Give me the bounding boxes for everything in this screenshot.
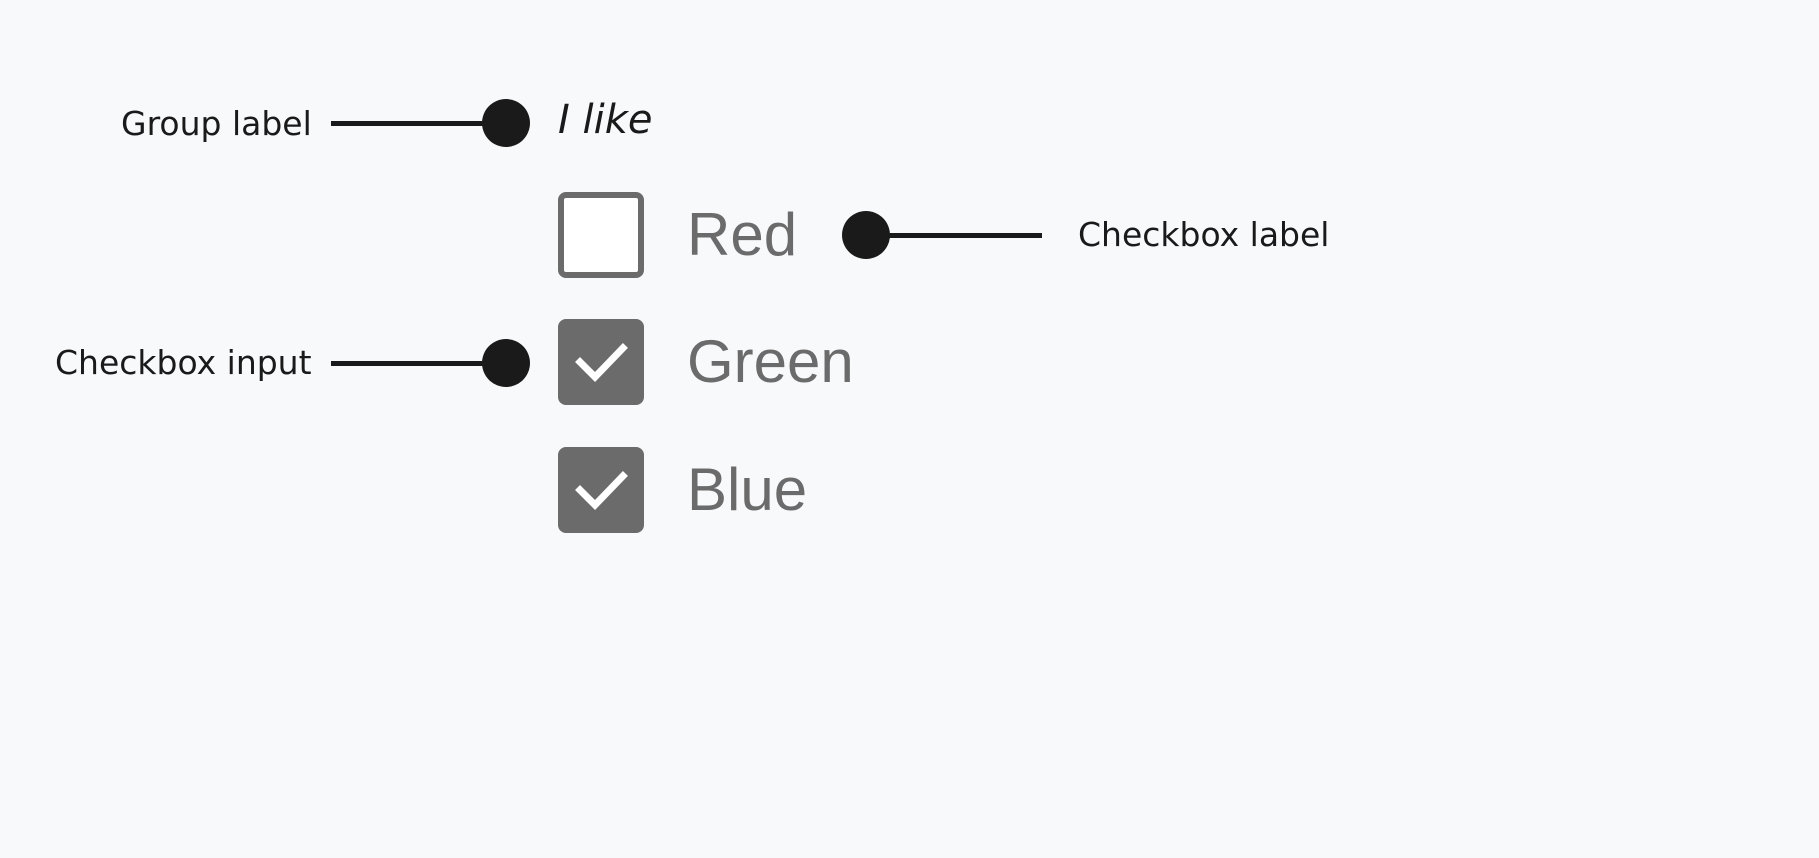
- checkmark-icon: [575, 471, 628, 510]
- checkbox-row-red: Red: [558, 192, 797, 278]
- checkbox-row-blue: Blue: [558, 447, 807, 533]
- connector-line-checkbox-label: [866, 233, 1042, 238]
- connector-line-group-label: [331, 121, 506, 126]
- group-label: I like: [558, 97, 653, 143]
- checkbox-input-red[interactable]: [558, 192, 644, 278]
- annotation-group-label: Group label: [121, 104, 312, 143]
- dot-icon: [482, 99, 530, 147]
- checkbox-input-green[interactable]: [558, 319, 644, 405]
- connector-line-checkbox-input: [331, 361, 506, 366]
- annotation-checkbox-label: Checkbox label: [1078, 215, 1330, 254]
- dot-icon: [482, 339, 530, 387]
- checkbox-label-blue[interactable]: Blue: [687, 460, 807, 520]
- checkbox-row-green: Green: [558, 319, 854, 405]
- checkbox-input-blue[interactable]: [558, 447, 644, 533]
- checkmark-icon: [575, 343, 628, 382]
- checkbox-label-red[interactable]: Red: [687, 205, 797, 265]
- annotation-checkbox-input: Checkbox input: [55, 343, 312, 382]
- checkbox-label-green[interactable]: Green: [687, 332, 854, 392]
